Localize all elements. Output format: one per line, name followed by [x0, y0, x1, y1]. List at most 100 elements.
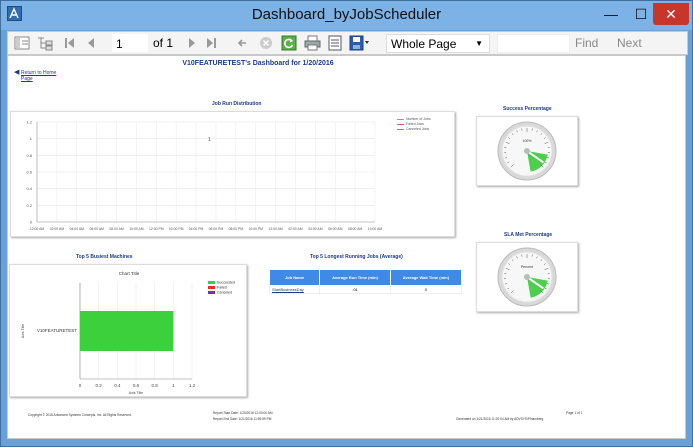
- y-tick-label: 0.8: [26, 153, 32, 158]
- busiest-chart: Chart Title 0 0.2 0.4 0.6 0.8 1 1.2 V10FEATURETE…: [21, 271, 235, 395]
- x-tick-label: 08:00 AM: [348, 227, 363, 231]
- stop-icon[interactable]: [258, 35, 274, 52]
- x-tick-label: 06:00 PM: [209, 227, 224, 231]
- y-axis-title: Axis Title: [21, 324, 25, 338]
- refresh-icon[interactable]: [281, 35, 297, 52]
- bar-succeeded: [80, 311, 174, 351]
- x-tick-label: 1.2: [189, 383, 196, 388]
- col-avg-run: Average Run Time (min): [319, 269, 391, 286]
- back-icon[interactable]: [236, 35, 248, 52]
- find-link[interactable]: Find: [575, 36, 598, 50]
- success-gauge: 100%: [497, 121, 557, 181]
- y-tick-label: 0.6: [26, 170, 32, 175]
- table-row: StartBusinessDay .01 0: [268, 285, 463, 294]
- back-arrow-icon[interactable]: ◀: [14, 69, 20, 76]
- busiest-title: Top 5 Busiest Machines: [76, 254, 133, 260]
- footer-start-date: Report Start Date: 1/20/2016 12:00:00 AM: [213, 411, 273, 415]
- title-bar[interactable]: Dashboard_byJobScheduler — ☐ ✕: [1, 1, 692, 30]
- x-tick-label: 08:00 PM: [229, 227, 244, 231]
- job-run-chart-panel: 1.2 1 0.8 0.6 0.4 0.2 0 12:00 AM 02:00 AM 04:00 A…: [10, 111, 455, 237]
- return-home-link[interactable]: Return to Home Page: [21, 70, 56, 82]
- x-tick-label: 1: [172, 383, 175, 388]
- avg-wait-cell: 0: [389, 285, 463, 294]
- maximize-button[interactable]: ☐: [629, 3, 653, 25]
- next-page-icon[interactable]: [187, 35, 197, 52]
- y-tick-label: 0: [30, 220, 33, 225]
- legend-swatch: [208, 291, 215, 294]
- x-tick-label: 02:00 AM: [50, 227, 65, 231]
- longest-jobs-table: Job Name Average Run Time (min) Average …: [268, 269, 463, 294]
- page-number-input[interactable]: 1: [112, 34, 148, 52]
- y-tick-label: 1: [30, 136, 33, 141]
- report-toolbar: 1 of 1 Whole Page ▼ Find Next: [7, 31, 688, 55]
- y-tick-label: 0.2: [26, 203, 32, 208]
- success-gauge-panel: 100%: [476, 116, 578, 186]
- col-avg-wait: Average Wait Time (min): [389, 269, 463, 286]
- x-tick-label: 02:00 PM: [169, 227, 184, 231]
- x-tick-label: 0.2: [96, 383, 103, 388]
- chart-title: Chart Title: [119, 271, 140, 276]
- print-layout-icon[interactable]: [327, 35, 343, 52]
- legend-failed: Failed Jobs: [406, 122, 424, 126]
- find-next-link[interactable]: Next: [617, 36, 642, 50]
- document-map-icon[interactable]: [14, 35, 30, 52]
- close-button[interactable]: ✕: [653, 3, 689, 25]
- y-tick-label: 0.4: [26, 186, 32, 191]
- zoom-select[interactable]: Whole Page ▼: [386, 34, 490, 53]
- gauge-hub: [524, 148, 530, 154]
- window-title: Dashboard_byJobScheduler: [251, 6, 442, 23]
- chevron-down-icon: ▼: [475, 39, 483, 48]
- busiest-chart-panel: Chart Title 0 0.2 0.4 0.6 0.8 1 1.2 V10FEATURETE…: [9, 264, 247, 397]
- x-tick-label: 12:00 AM: [30, 227, 45, 231]
- legend-label: Failed: [217, 286, 227, 290]
- first-page-icon[interactable]: [64, 35, 76, 52]
- report-title: V10FEATURETEST's Dashboard for 1/20/2016: [182, 60, 334, 67]
- x-tick-label: 04:00 AM: [308, 227, 323, 231]
- sla-title: SLA Met Percentage: [504, 232, 553, 238]
- sla-gauge-panel: Percent: [476, 242, 578, 312]
- gauge-label: Percent: [521, 265, 533, 269]
- x-axis-title: Axis Title: [129, 391, 143, 395]
- legend-swatch: [208, 281, 215, 284]
- legend-label: Succeeded: [217, 281, 235, 285]
- x-tick-label: 04:00 AM: [70, 227, 85, 231]
- x-tick-label: 08:00 AM: [109, 227, 124, 231]
- minimize-button[interactable]: —: [599, 3, 623, 25]
- previous-page-icon[interactable]: [86, 35, 96, 52]
- report-canvas[interactable]: V10FEATURETEST's Dashboard for 1/20/2016…: [7, 55, 686, 439]
- job-run-chart: 1.2 1 0.8 0.6 0.4 0.2 0 12:00 AM 02:00 AM 04:00 A…: [26, 120, 383, 232]
- longest-title: Top 5 Longest Running Jobs (Average): [310, 254, 403, 260]
- success-title: Success Percentage: [503, 106, 552, 112]
- export-icon[interactable]: [349, 35, 371, 52]
- report-viewer-window: Dashboard_byJobScheduler — ☐ ✕ 1 of 1 Wh…: [0, 0, 693, 447]
- gauge-label: 100%: [523, 139, 532, 143]
- find-text-input[interactable]: [497, 34, 570, 53]
- legend-swatch: [208, 286, 215, 289]
- x-tick-label: 02:00 AM: [288, 227, 303, 231]
- zoom-value: Whole Page: [391, 37, 457, 51]
- x-tick-label: 0.6: [133, 383, 140, 388]
- legend-jobs: Number of Jobs: [406, 117, 431, 121]
- x-tick-label: 10:00 AM: [129, 227, 144, 231]
- footer-copyright: Copyright © 2016 Advanced Systems Concep…: [28, 413, 132, 417]
- footer-generated: Generated on 1/21/2016 11:20:04 AM by AD…: [456, 417, 544, 421]
- col-job-name: Job Name: [268, 269, 321, 286]
- print-icon[interactable]: [304, 35, 321, 52]
- x-tick-label: 06:00 AM: [89, 227, 104, 231]
- data-label: 1: [208, 137, 211, 143]
- x-tick-label: 12:00 PM: [149, 227, 164, 231]
- job-name-link[interactable]: StartBusinessDay: [268, 285, 321, 294]
- x-tick-label: 12:00 AM: [268, 227, 283, 231]
- legend-canceled-swatch: [397, 129, 404, 130]
- legend-label: Canceled: [217, 291, 232, 295]
- legend-jobs-swatch: [397, 119, 404, 120]
- category-label: V10FEATURETEST: [37, 328, 77, 333]
- x-tick-label: 10:00 AM: [368, 227, 383, 231]
- footer-end-date: Report End Date: 1/21/2016 11:59:59 PM: [213, 417, 272, 421]
- avg-run-cell: .01: [319, 285, 391, 294]
- parent-report-icon[interactable]: [36, 35, 54, 52]
- job-run-title: Job Run Distribution: [212, 101, 262, 107]
- last-page-icon[interactable]: [205, 35, 217, 52]
- x-tick-label: 04:00 PM: [189, 227, 204, 231]
- gauge-hub: [524, 274, 530, 280]
